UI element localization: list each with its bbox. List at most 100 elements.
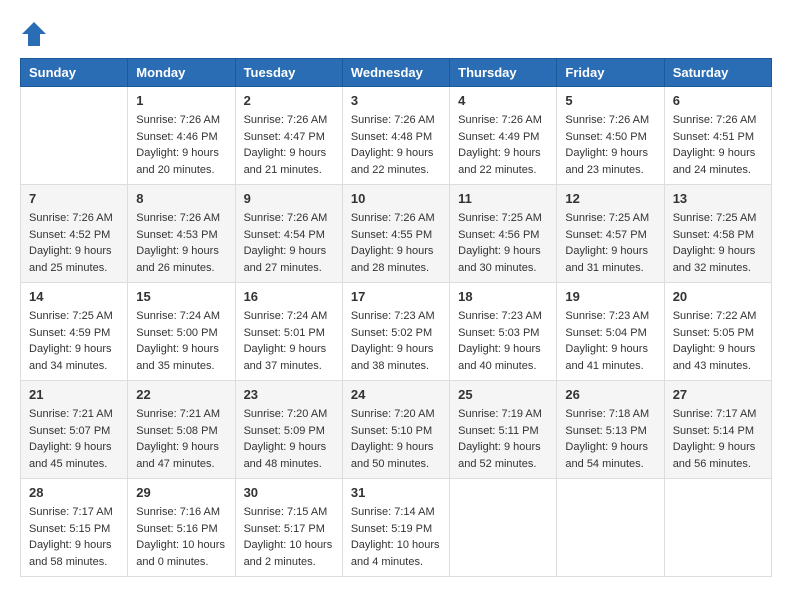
- day-number: 7: [29, 191, 119, 206]
- day-number: 31: [351, 485, 441, 500]
- calendar-cell: 14 Sunrise: 7:25 AM Sunset: 4:59 PM Dayli…: [21, 283, 128, 381]
- weekday-header-saturday: Saturday: [664, 59, 771, 87]
- calendar-cell: 15 Sunrise: 7:24 AM Sunset: 5:00 PM Dayli…: [128, 283, 235, 381]
- calendar-cell: 3Sunrise: 7:26 AM Sunset: 4:48 PM Daylig…: [342, 87, 449, 185]
- day-info: Sunrise: 7:24 AM Sunset: 5:00 PM Dayligh…: [136, 308, 226, 374]
- day-info: Sunrise: 7:20 AM Sunset: 5:09 PM Dayligh…: [244, 406, 334, 472]
- calendar-cell: 23 Sunrise: 7:20 AM Sunset: 5:09 PM Dayli…: [235, 381, 342, 479]
- calendar-cell: 6 Sunrise: 7:26 AM Sunset: 4:51 PM Daylig…: [664, 87, 771, 185]
- day-info: Sunrise: 7:22 AM Sunset: 5:05 PM Dayligh…: [673, 308, 763, 374]
- calendar-cell: 20Sunrise: 7:22 AM Sunset: 5:05 PM Dayli…: [664, 283, 771, 381]
- day-info: Sunrise: 7:26 AM Sunset: 4:51 PM Dayligh…: [673, 112, 763, 178]
- logo: [20, 20, 52, 48]
- calendar-cell: 2 Sunrise: 7:26 AM Sunset: 4:47 PM Daylig…: [235, 87, 342, 185]
- day-number: 22: [136, 387, 226, 402]
- calendar-week-row: 1Sunrise: 7:26 AM Sunset: 4:46 PM Daylig…: [21, 87, 772, 185]
- day-info: Sunrise: 7:24 AM Sunset: 5:01 PM Dayligh…: [244, 308, 334, 374]
- weekday-header-friday: Friday: [557, 59, 664, 87]
- calendar-cell: 11 Sunrise: 7:25 AM Sunset: 4:56 PM Dayli…: [450, 185, 557, 283]
- calendar-cell: [21, 87, 128, 185]
- calendar-cell: 1Sunrise: 7:26 AM Sunset: 4:46 PM Daylig…: [128, 87, 235, 185]
- day-number: 8: [136, 191, 226, 206]
- day-number: 12: [565, 191, 655, 206]
- day-number: 5: [565, 93, 655, 108]
- calendar-cell: [450, 479, 557, 577]
- day-info: Sunrise: 7:15 AM Sunset: 5:17 PM Dayligh…: [244, 504, 334, 570]
- day-info: Sunrise: 7:16 AM Sunset: 5:16 PM Dayligh…: [136, 504, 226, 570]
- calendar-cell: 16 Sunrise: 7:24 AM Sunset: 5:01 PM Dayli…: [235, 283, 342, 381]
- day-info: Sunrise: 7:18 AM Sunset: 5:13 PM Dayligh…: [565, 406, 655, 472]
- day-number: 21: [29, 387, 119, 402]
- calendar-cell: 25 Sunrise: 7:19 AM Sunset: 5:11 PM Dayli…: [450, 381, 557, 479]
- day-number: 28: [29, 485, 119, 500]
- day-number: 24: [351, 387, 441, 402]
- calendar-cell: 7 Sunrise: 7:26 AM Sunset: 4:52 PM Daylig…: [21, 185, 128, 283]
- page-header: [20, 20, 772, 48]
- calendar-table: SundayMondayTuesdayWednesdayThursdayFrid…: [20, 58, 772, 577]
- day-number: 19: [565, 289, 655, 304]
- calendar-cell: 26 Sunrise: 7:18 AM Sunset: 5:13 PM Dayli…: [557, 381, 664, 479]
- day-number: 11: [458, 191, 548, 206]
- day-number: 15: [136, 289, 226, 304]
- calendar-week-row: 21 Sunrise: 7:21 AM Sunset: 5:07 PM Dayli…: [21, 381, 772, 479]
- day-number: 23: [244, 387, 334, 402]
- calendar-cell: 4 Sunrise: 7:26 AM Sunset: 4:49 PM Daylig…: [450, 87, 557, 185]
- weekday-header-monday: Monday: [128, 59, 235, 87]
- day-info: Sunrise: 7:26 AM Sunset: 4:55 PM Dayligh…: [351, 210, 441, 276]
- day-number: 25: [458, 387, 548, 402]
- weekday-header-wednesday: Wednesday: [342, 59, 449, 87]
- day-number: 4: [458, 93, 548, 108]
- calendar-week-row: 14 Sunrise: 7:25 AM Sunset: 4:59 PM Dayli…: [21, 283, 772, 381]
- day-info: Sunrise: 7:25 AM Sunset: 4:57 PM Dayligh…: [565, 210, 655, 276]
- calendar-week-row: 28Sunrise: 7:17 AM Sunset: 5:15 PM Dayli…: [21, 479, 772, 577]
- day-number: 2: [244, 93, 334, 108]
- calendar-cell: 27Sunrise: 7:17 AM Sunset: 5:14 PM Dayli…: [664, 381, 771, 479]
- calendar-cell: 12 Sunrise: 7:25 AM Sunset: 4:57 PM Dayli…: [557, 185, 664, 283]
- day-info: Sunrise: 7:21 AM Sunset: 5:07 PM Dayligh…: [29, 406, 119, 472]
- calendar-cell: 22Sunrise: 7:21 AM Sunset: 5:08 PM Dayli…: [128, 381, 235, 479]
- calendar-cell: [557, 479, 664, 577]
- calendar-cell: 13 Sunrise: 7:25 AM Sunset: 4:58 PM Dayli…: [664, 185, 771, 283]
- day-info: Sunrise: 7:20 AM Sunset: 5:10 PM Dayligh…: [351, 406, 441, 472]
- calendar-cell: 24 Sunrise: 7:20 AM Sunset: 5:10 PM Dayli…: [342, 381, 449, 479]
- day-info: Sunrise: 7:26 AM Sunset: 4:47 PM Dayligh…: [244, 112, 334, 178]
- day-info: Sunrise: 7:23 AM Sunset: 5:03 PM Dayligh…: [458, 308, 548, 374]
- day-info: Sunrise: 7:14 AM Sunset: 5:19 PM Dayligh…: [351, 504, 441, 570]
- calendar-cell: 21 Sunrise: 7:21 AM Sunset: 5:07 PM Dayli…: [21, 381, 128, 479]
- weekday-header-tuesday: Tuesday: [235, 59, 342, 87]
- day-number: 18: [458, 289, 548, 304]
- day-number: 9: [244, 191, 334, 206]
- calendar-cell: 5 Sunrise: 7:26 AM Sunset: 4:50 PM Daylig…: [557, 87, 664, 185]
- day-number: 13: [673, 191, 763, 206]
- calendar-cell: [664, 479, 771, 577]
- day-info: Sunrise: 7:26 AM Sunset: 4:48 PM Dayligh…: [351, 112, 441, 178]
- day-info: Sunrise: 7:25 AM Sunset: 4:56 PM Dayligh…: [458, 210, 548, 276]
- day-info: Sunrise: 7:25 AM Sunset: 4:59 PM Dayligh…: [29, 308, 119, 374]
- day-number: 30: [244, 485, 334, 500]
- calendar-cell: 19 Sunrise: 7:23 AM Sunset: 5:04 PM Dayli…: [557, 283, 664, 381]
- day-info: Sunrise: 7:17 AM Sunset: 5:14 PM Dayligh…: [673, 406, 763, 472]
- calendar-cell: 31 Sunrise: 7:14 AM Sunset: 5:19 PM Dayli…: [342, 479, 449, 577]
- calendar-cell: 8 Sunrise: 7:26 AM Sunset: 4:53 PM Daylig…: [128, 185, 235, 283]
- day-info: Sunrise: 7:23 AM Sunset: 5:02 PM Dayligh…: [351, 308, 441, 374]
- calendar-cell: 30 Sunrise: 7:15 AM Sunset: 5:17 PM Dayli…: [235, 479, 342, 577]
- day-info: Sunrise: 7:26 AM Sunset: 4:49 PM Dayligh…: [458, 112, 548, 178]
- day-info: Sunrise: 7:26 AM Sunset: 4:46 PM Dayligh…: [136, 112, 226, 178]
- calendar-cell: 29 Sunrise: 7:16 AM Sunset: 5:16 PM Dayli…: [128, 479, 235, 577]
- day-info: Sunrise: 7:25 AM Sunset: 4:58 PM Dayligh…: [673, 210, 763, 276]
- calendar-cell: 10 Sunrise: 7:26 AM Sunset: 4:55 PM Dayli…: [342, 185, 449, 283]
- calendar-cell: 17Sunrise: 7:23 AM Sunset: 5:02 PM Dayli…: [342, 283, 449, 381]
- day-number: 14: [29, 289, 119, 304]
- day-info: Sunrise: 7:26 AM Sunset: 4:52 PM Dayligh…: [29, 210, 119, 276]
- day-number: 29: [136, 485, 226, 500]
- day-number: 16: [244, 289, 334, 304]
- calendar-cell: 28Sunrise: 7:17 AM Sunset: 5:15 PM Dayli…: [21, 479, 128, 577]
- day-info: Sunrise: 7:19 AM Sunset: 5:11 PM Dayligh…: [458, 406, 548, 472]
- day-number: 10: [351, 191, 441, 206]
- day-number: 6: [673, 93, 763, 108]
- calendar-cell: 18 Sunrise: 7:23 AM Sunset: 5:03 PM Dayli…: [450, 283, 557, 381]
- day-info: Sunrise: 7:23 AM Sunset: 5:04 PM Dayligh…: [565, 308, 655, 374]
- day-info: Sunrise: 7:26 AM Sunset: 4:53 PM Dayligh…: [136, 210, 226, 276]
- day-number: 26: [565, 387, 655, 402]
- day-info: Sunrise: 7:26 AM Sunset: 4:50 PM Dayligh…: [565, 112, 655, 178]
